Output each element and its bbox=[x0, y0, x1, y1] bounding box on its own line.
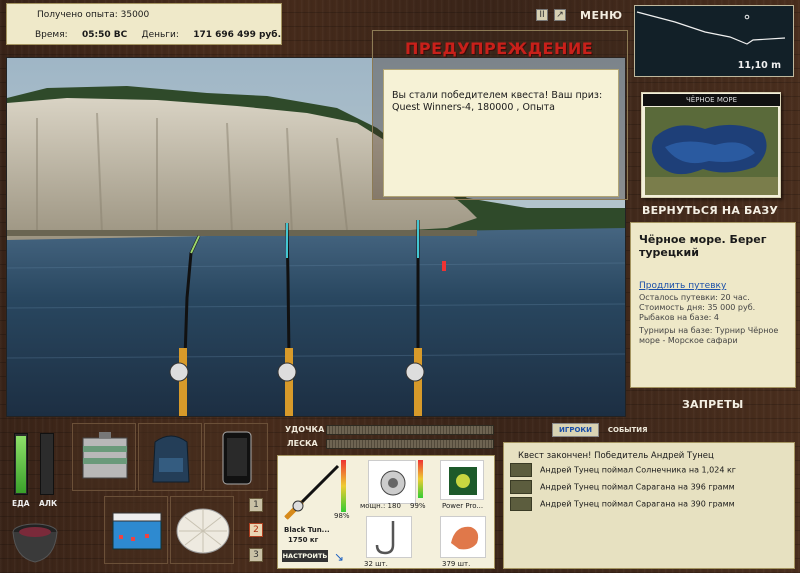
line-tension-bar bbox=[326, 439, 494, 449]
food-meter bbox=[14, 433, 28, 495]
events-panel: ИГРОКИ СОБЫТИЯ Квест закончен! Победител… bbox=[503, 423, 795, 569]
money-label: Деньги: bbox=[141, 30, 179, 40]
cooler-box-icon bbox=[112, 512, 162, 550]
day-cost: Стоимость дня: 35 000 руб. bbox=[639, 303, 756, 312]
time-value: 05:50 ВС bbox=[81, 30, 128, 40]
return-to-base-button[interactable]: ВЕРНУТЬСЯ НА БАЗУ bbox=[642, 204, 778, 217]
page-button-1[interactable]: 1 bbox=[249, 498, 263, 512]
keepnet-graphic bbox=[12, 523, 58, 563]
alcohol-label: АЛК bbox=[39, 499, 58, 508]
depth-profile: 11,10 m bbox=[634, 5, 794, 77]
event-text: Андрей Тунец поймал Сарагана на 390 грам… bbox=[540, 499, 735, 509]
location-name: Чёрное море. Берег турецкий bbox=[639, 233, 767, 259]
bait-quantity: 379 шт. bbox=[442, 560, 471, 568]
map-image bbox=[645, 107, 778, 195]
event-item: Андрей Тунец поймал Сарагана на 390 грам… bbox=[510, 497, 735, 511]
rod-name: Black Tun... bbox=[284, 526, 330, 534]
rod-weight: 1750 кг bbox=[288, 536, 319, 544]
tackle-box-icon bbox=[82, 432, 128, 479]
event-item: Андрей Тунец поймал Сарагана на 396 грам… bbox=[510, 480, 735, 494]
food-label: ЕДА bbox=[12, 499, 30, 508]
map-title: ЧЁРНОЕ МОРЕ bbox=[643, 94, 780, 106]
landing-net-icon bbox=[176, 508, 230, 554]
setup-button[interactable]: НАСТРОИТЬ bbox=[282, 550, 328, 562]
warning-line-1: Вы стали победителем квеста! Ваш приз: bbox=[392, 90, 603, 101]
fish-icon bbox=[510, 497, 532, 511]
alcohol-meter bbox=[40, 433, 54, 495]
time-money-row: Время: 05:50 ВС Деньги: 171 696 499 руб. bbox=[35, 30, 281, 40]
extend-trip-link[interactable]: Продлить путевку bbox=[639, 281, 787, 291]
line-slot[interactable] bbox=[440, 460, 484, 500]
bans-button[interactable]: ЗАПРЕТЫ bbox=[682, 398, 743, 411]
keepnet-icon[interactable] bbox=[10, 518, 60, 566]
rod-condition-bar bbox=[341, 460, 346, 512]
experience-value: 35000 bbox=[120, 10, 150, 20]
top-controls: II ↗ МЕНЮ bbox=[536, 9, 626, 23]
tab-players[interactable]: ИГРОКИ bbox=[552, 423, 599, 437]
money-value: 171 696 499 руб. bbox=[193, 30, 282, 40]
event-text: Андрей Тунец поймал Солнечника на 1,024 … bbox=[540, 465, 736, 475]
arrow-icon[interactable]: ↘ bbox=[334, 550, 344, 564]
rod-gear-panel: 98% Black Tun... 1750 кг НАСТРОИТЬ ↘ мощ… bbox=[277, 455, 495, 569]
reel-slot[interactable] bbox=[368, 460, 416, 504]
reel-percent: 99% bbox=[410, 502, 426, 510]
rod-percent: 98% bbox=[334, 512, 350, 520]
warning-dialog: ПРЕДУПРЕЖДЕНИЕ Вы стали победителем квес… bbox=[372, 30, 628, 200]
location-map[interactable]: ЧЁРНОЕ МОРЕ bbox=[641, 92, 781, 198]
hook-slot[interactable] bbox=[366, 516, 412, 558]
page-button-3[interactable]: 3 bbox=[249, 548, 263, 562]
reel-icon bbox=[380, 470, 406, 496]
warning-title: ПРЕДУПРЕЖДЕНИЕ bbox=[405, 39, 594, 58]
line-bar-label: ЛЕСКА bbox=[287, 439, 318, 448]
fishers-count: Рыбаков на базе: 4 bbox=[639, 313, 719, 322]
rod-tension-bar bbox=[326, 425, 494, 435]
fish-icon bbox=[510, 463, 532, 477]
quest-message: Квест закончен! Победитель Андрей Тунец bbox=[518, 451, 714, 461]
event-text: Андрей Тунец поймал Сарагана на 396 грам… bbox=[540, 482, 735, 492]
landing-net-slot[interactable] bbox=[170, 496, 234, 564]
reel-power: мощн.: 180 bbox=[360, 502, 401, 510]
fish-icon bbox=[510, 480, 532, 494]
boat-position-marker bbox=[744, 14, 750, 20]
shrimp-bait-icon bbox=[451, 526, 479, 550]
tackle-box-slot[interactable] bbox=[72, 423, 136, 491]
depth-value: 11,10 m bbox=[737, 60, 781, 71]
remaining-time: Осталось путевки: 20 час. bbox=[639, 293, 750, 302]
tab-events[interactable]: СОБЫТИЯ bbox=[602, 424, 654, 436]
page-button-2[interactable]: 2 bbox=[249, 523, 263, 537]
rod-bar-label: УДОЧКА bbox=[285, 425, 325, 434]
fishing-line-icon bbox=[449, 467, 477, 495]
experience-label: Получено опыта: bbox=[37, 10, 118, 20]
hook-icon bbox=[375, 521, 395, 555]
time-label: Время: bbox=[35, 30, 68, 40]
float-bobber bbox=[442, 261, 446, 271]
settings-button[interactable]: ↗ bbox=[554, 9, 566, 21]
hook-quantity: 32 шт. bbox=[364, 560, 388, 568]
pause-icon: II bbox=[539, 10, 545, 20]
cooler-slot[interactable] bbox=[104, 496, 168, 564]
line-name: Power Pro... bbox=[442, 502, 484, 510]
pause-button[interactable]: II bbox=[536, 9, 548, 21]
experience-row: Получено опыта: 35000 bbox=[37, 10, 149, 20]
bait-slot[interactable] bbox=[440, 516, 486, 558]
menu-button[interactable]: МЕНЮ bbox=[580, 9, 623, 22]
reel-condition-bar bbox=[418, 460, 423, 498]
events-tabs: ИГРОКИ СОБЫТИЯ bbox=[552, 423, 654, 437]
tournaments-info: Турниры на базе: Турнир Чёрное море - Мо… bbox=[639, 326, 779, 345]
player-stats-panel: Получено опыта: 35000 Время: 05:50 ВС Де… bbox=[6, 3, 282, 45]
food-meter-fill bbox=[16, 436, 26, 493]
backpack-icon bbox=[152, 435, 190, 483]
phone-slot[interactable] bbox=[204, 423, 268, 491]
location-info-panel: Чёрное море. Берег турецкий Продлить пут… bbox=[630, 222, 796, 388]
settings-icon: ↗ bbox=[556, 10, 564, 20]
phone-icon bbox=[222, 431, 252, 485]
warning-body: Вы стали победителем квеста! Ваш приз: Q… bbox=[383, 69, 619, 197]
backpack-slot[interactable] bbox=[138, 423, 202, 491]
warning-line-2: Quest Winners-4, 180000 , Опыта bbox=[392, 102, 555, 113]
event-item: Андрей Тунец поймал Солнечника на 1,024 … bbox=[510, 463, 736, 477]
